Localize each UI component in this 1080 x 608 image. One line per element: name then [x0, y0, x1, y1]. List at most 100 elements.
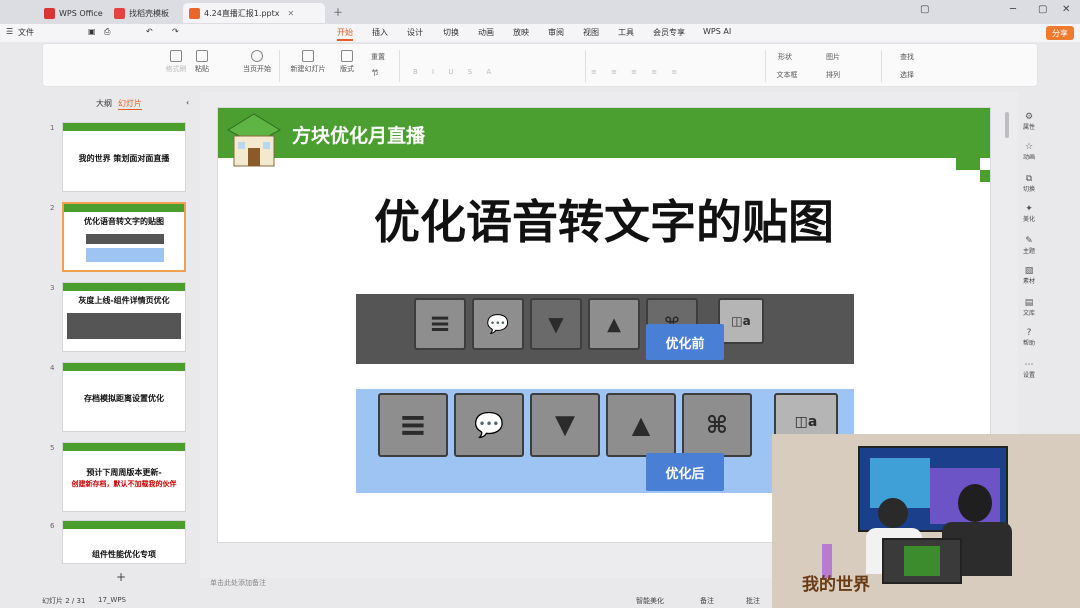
share-label: 分享: [1052, 28, 1068, 38]
collapse-pane-icon[interactable]: ‹: [186, 98, 189, 107]
thumbnail-image: [67, 313, 181, 339]
warning-icon: ▲: [588, 298, 640, 350]
window-mode-icon[interactable]: ▢: [920, 4, 929, 15]
share-button[interactable]: 分享: [1046, 26, 1074, 40]
paste-button[interactable]: 粘贴: [189, 50, 215, 74]
add-slide-button[interactable]: +: [116, 570, 126, 584]
tab-wps-office[interactable]: WPS Office: [38, 3, 109, 23]
transition-button[interactable]: ⧉ 切换: [1018, 174, 1040, 193]
slide-thumbnail[interactable]: 灰度上线-组件详情页优化: [62, 282, 186, 352]
picture-button[interactable]: 图片: [815, 52, 851, 62]
thumbnail-subtitle: 创建新存档，默认不加载我的伙伴: [71, 480, 177, 488]
slide-number: 1: [50, 124, 55, 132]
paste-icon: [196, 50, 208, 62]
tab-pptx[interactable]: 4.24直播汇报1.pptx ✕: [183, 3, 325, 23]
house-logo-icon: [226, 113, 282, 167]
paragraph-group[interactable]: ≡ ≡ ≡ ≡ ≡: [591, 68, 761, 76]
menu-member[interactable]: 会员专享: [653, 27, 685, 38]
menu-design[interactable]: 设计: [407, 27, 423, 38]
format-painter-button[interactable]: 格式刷: [161, 50, 191, 74]
maximize-icon[interactable]: ▢: [1038, 4, 1047, 15]
slide-thumbnail[interactable]: 组件性能优化专项: [62, 520, 186, 564]
settings-button[interactable]: ⋯ 设置: [1018, 360, 1040, 379]
menu-tools[interactable]: 工具: [618, 27, 634, 38]
laptop: [882, 538, 962, 584]
menu-insert[interactable]: 插入: [372, 27, 388, 38]
after-label-text: 优化后: [665, 466, 705, 482]
minecraft-logo: 我的世界: [802, 575, 870, 595]
menu-view[interactable]: 视图: [583, 27, 599, 38]
library-button[interactable]: ▤ 文库: [1018, 298, 1040, 317]
font-style-group[interactable]: B I U S A: [413, 68, 603, 76]
thumbnail-title: 优化语音转文字的贴图: [84, 217, 164, 226]
property-button[interactable]: ⚙ 属性: [1018, 112, 1040, 131]
shapes-button[interactable]: 形状: [767, 52, 803, 62]
menu-home[interactable]: 开始: [337, 27, 353, 41]
tab-slides[interactable]: 幻灯片: [118, 98, 142, 110]
new-slide-button[interactable]: 新建幻灯片: [285, 50, 331, 74]
reset-button[interactable]: 重置: [363, 52, 393, 62]
menu-animation[interactable]: 动画: [478, 27, 494, 38]
play-current-label: 当页开始: [243, 65, 271, 73]
pixel-decoration: [968, 158, 980, 170]
transition-icon: ⧉: [1025, 174, 1033, 184]
section-button[interactable]: 节: [363, 68, 387, 78]
magic-wand-icon: ✦: [1025, 204, 1033, 214]
thumbnail-strip: [86, 234, 164, 244]
thumbnail-title: 存档模拟距离设置优化: [84, 394, 164, 403]
find-button[interactable]: 查找: [889, 52, 925, 62]
help-button[interactable]: ? 帮助: [1018, 328, 1040, 347]
menu-review[interactable]: 审阅: [548, 27, 564, 38]
slide-thumbnail[interactable]: 存档模拟距离设置优化: [62, 362, 186, 432]
close-icon[interactable]: ✕: [287, 9, 294, 18]
theme-name[interactable]: 17_WPS: [98, 596, 126, 604]
slide-thumbnail[interactable]: 预计下周周版本更新- 创建新存档，默认不加载我的伙伴: [62, 442, 186, 512]
star-icon: ☆: [1024, 142, 1034, 152]
redo-icon[interactable]: ↷: [172, 27, 179, 36]
menu-wps-ai[interactable]: WPS AI: [703, 27, 731, 36]
material-button[interactable]: ▧ 素材: [1018, 266, 1040, 285]
slide-number: 5: [50, 444, 55, 452]
play-current-button[interactable]: 当页开始: [237, 50, 277, 74]
document-icon: ▤: [1024, 298, 1034, 308]
beautify-button[interactable]: ✦ 美化: [1018, 204, 1040, 223]
thumbnail-band: [63, 363, 185, 371]
minimize-icon[interactable]: ─: [1010, 4, 1016, 15]
print-icon[interactable]: ⎙: [104, 27, 110, 37]
menu-icon[interactable]: ☰: [6, 27, 13, 36]
arrange-button[interactable]: 排列: [815, 70, 851, 80]
comment-button[interactable]: 批注: [746, 596, 760, 606]
person-head: [958, 484, 992, 522]
new-tab-icon[interactable]: ＋: [333, 4, 343, 19]
tab-outline[interactable]: 大纲: [96, 98, 112, 109]
thumbnail-title: 预计下周周版本更新-: [86, 468, 162, 477]
menu-slideshow[interactable]: 放映: [513, 27, 529, 38]
undo-icon[interactable]: ↶: [146, 27, 153, 36]
ribbon-divider: [399, 50, 400, 82]
smart-beautify-button[interactable]: 智能美化: [636, 596, 664, 606]
slide-thumbnail-selected[interactable]: 优化语音转文字的贴图: [62, 202, 186, 272]
menu-file[interactable]: 文件: [18, 27, 34, 38]
notes-placeholder[interactable]: 单击此处添加备注: [210, 578, 266, 588]
slide-number: 3: [50, 284, 55, 292]
help-icon: ?: [1026, 328, 1032, 338]
close-window-icon[interactable]: ✕: [1062, 4, 1070, 15]
pixel-decoration: [980, 170, 990, 182]
select-button[interactable]: 选择: [889, 70, 925, 80]
theme-button[interactable]: ✎ 主题: [1018, 236, 1040, 255]
layout-button[interactable]: 版式: [335, 50, 359, 74]
notes-button[interactable]: 备注: [700, 596, 714, 606]
dropdown-triangle-icon: ▼: [530, 393, 600, 457]
canvas-scrollbar[interactable]: [1005, 112, 1009, 138]
menu-transition[interactable]: 切换: [443, 27, 459, 38]
play-icon: [251, 50, 263, 62]
menu-bar: ☰ 文件 ▣ ⎙ ↶ ↷ 开始 插入 设计 切换 动画 放映 审阅 视图 工具 …: [0, 24, 1080, 42]
textbox-button[interactable]: 文本框: [767, 70, 807, 80]
thumbnail-title: 组件性能优化专项: [92, 550, 156, 559]
tab-docer[interactable]: 找稻壳模板: [108, 3, 175, 23]
format-painter-icon: [170, 50, 182, 62]
paste-label: 粘贴: [195, 65, 209, 73]
slide-thumbnail[interactable]: 我的世界 策划面对面直播: [62, 122, 186, 192]
save-icon[interactable]: ▣: [88, 27, 96, 36]
animation-button[interactable]: ☆ 动画: [1018, 142, 1040, 161]
